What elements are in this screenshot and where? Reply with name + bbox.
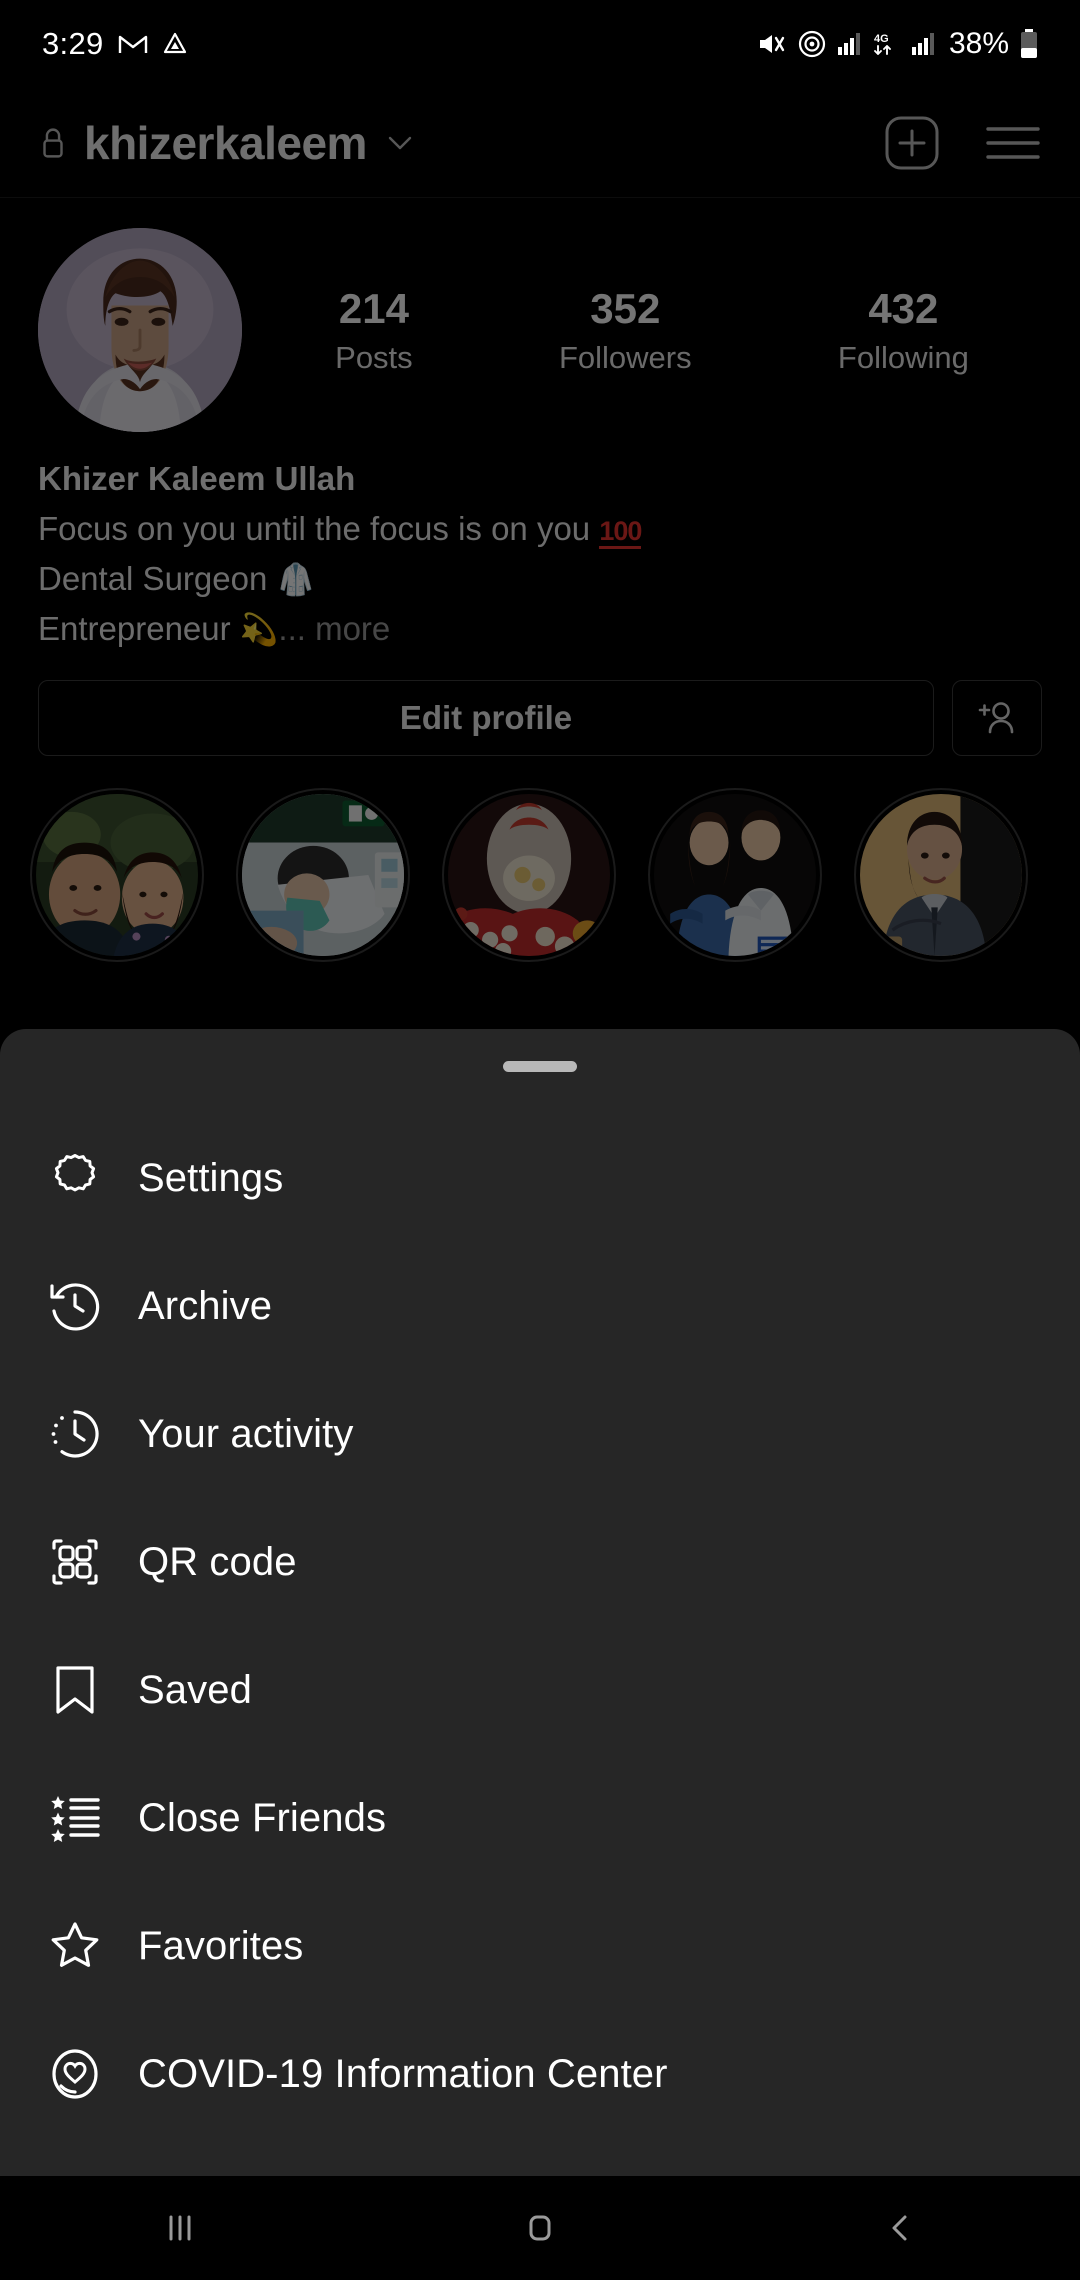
google-drive-icon: [162, 31, 188, 57]
back-icon: [878, 2206, 922, 2250]
menu-item-qr-code[interactable]: QR code: [0, 1498, 1080, 1626]
stat-posts[interactable]: 214 Posts: [335, 284, 413, 376]
stat-followers[interactable]: 352 Followers: [559, 284, 692, 376]
menu-item-archive-label: Archive: [138, 1283, 273, 1328]
bio-more-link[interactable]: ... more: [278, 610, 390, 647]
gmail-icon: [118, 32, 148, 56]
status-time: 3:29: [42, 26, 104, 61]
stats-group: 214 Posts 352 Followers 432 Following: [242, 284, 1042, 376]
avatar[interactable]: [38, 228, 242, 432]
stat-posts-label: Posts: [335, 339, 413, 375]
covid-heart-icon: [44, 2046, 106, 2102]
star-icon: [44, 1918, 106, 1974]
menu-item-saved[interactable]: Saved: [0, 1626, 1080, 1754]
signal-bars-icon: [837, 32, 861, 56]
profile-actions: Edit profile: [0, 654, 1080, 756]
menu-item-archive[interactable]: Archive: [0, 1242, 1080, 1370]
app-header: khizerkaleem: [0, 88, 1080, 198]
recents-icon: [158, 2206, 202, 2250]
highlight-thumbnail: [860, 793, 1022, 956]
highlight-item[interactable]: [648, 787, 822, 962]
menu-item-favorites[interactable]: Favorites: [0, 1882, 1080, 2010]
bio-line-1: Focus on you until the focus is on you 1…: [38, 504, 1042, 554]
back-button[interactable]: [840, 2176, 960, 2280]
highlight-thumbnail: [448, 793, 610, 956]
battery-icon: [1020, 29, 1038, 59]
bio-line-2: Dental Surgeon 🥼: [38, 554, 1042, 604]
menu-item-covid-info[interactable]: COVID-19 Information Center: [0, 2010, 1080, 2138]
home-button[interactable]: [480, 2176, 600, 2280]
header-actions: [884, 115, 1042, 171]
mute-icon: [757, 31, 787, 57]
status-bar-right: 4G 38%: [757, 27, 1038, 61]
stat-following-value: 432: [868, 285, 939, 333]
bookmark-icon: [44, 1662, 106, 1718]
qr-code-icon: [44, 1534, 106, 1590]
menu-item-close-friends[interactable]: Close Friends: [0, 1754, 1080, 1882]
phone-screen: 3:29 4G 38% khizerkaleem 214 Posts 352 F…: [0, 0, 1080, 2280]
stat-followers-value: 352: [590, 285, 661, 333]
activity-clock-icon: [44, 1406, 106, 1462]
bio-block: Khizer Kaleem Ullah Focus on you until t…: [0, 432, 1080, 654]
options-menu: Settings Archive Your activity QR code S…: [0, 1072, 1080, 2138]
highlight-item[interactable]: [854, 787, 1028, 962]
highlight-thumbnail: [654, 793, 816, 956]
options-bottom-sheet: Settings Archive Your activity QR code S…: [0, 1029, 1080, 2176]
stat-followers-label: Followers: [558, 339, 692, 375]
star-list-icon: [44, 1790, 106, 1846]
lab-coat-emoji: 🥼: [276, 561, 316, 597]
header-username: khizerkaleem: [84, 116, 367, 169]
username-dropdown[interactable]: khizerkaleem: [38, 116, 884, 170]
menu-item-favorites-label: Favorites: [138, 1923, 304, 1968]
edit-profile-button[interactable]: Edit profile: [38, 679, 934, 756]
home-icon: [518, 2206, 562, 2250]
add-person-button[interactable]: [952, 679, 1042, 756]
chevron-down-icon: [387, 134, 413, 152]
add-person-icon: [975, 696, 1019, 740]
recents-button[interactable]: [120, 2176, 240, 2280]
menu-item-close-friends-label: Close Friends: [138, 1795, 387, 1840]
bio-line-3: Entrepreneur 💫... more: [38, 604, 1042, 654]
stat-following-label: Following: [837, 339, 969, 375]
signal-bars-2-icon: [911, 32, 935, 56]
svg-text:4G: 4G: [874, 33, 889, 45]
highlight-thumbnail: [36, 793, 198, 956]
status-bar: 3:29 4G 38%: [0, 0, 1080, 88]
profile-summary: 214 Posts 352 Followers 432 Following: [0, 198, 1080, 432]
menu-item-your-activity[interactable]: Your activity: [0, 1370, 1080, 1498]
menu-item-covid-info-label: COVID-19 Information Center: [138, 2051, 668, 2096]
story-highlights: [0, 756, 1080, 962]
display-name: Khizer Kaleem Ullah: [38, 460, 356, 497]
add-post-icon[interactable]: [884, 115, 940, 171]
stat-following[interactable]: 432 Following: [838, 284, 969, 376]
drag-handle[interactable]: [503, 1061, 577, 1072]
menu-item-saved-label: Saved: [138, 1667, 252, 1712]
hotspot-icon: [798, 30, 826, 58]
stat-posts-value: 214: [338, 285, 409, 333]
lock-icon: [38, 126, 68, 160]
archive-clock-icon: [44, 1278, 106, 1334]
battery-percent: 38%: [948, 27, 1009, 60]
android-navigation-bar: [0, 2176, 1080, 2280]
menu-item-qr-code-label: QR code: [138, 1539, 297, 1584]
gear-icon: [44, 1150, 106, 1206]
bio-line-3-text: Entrepreneur: [38, 609, 240, 647]
bio-line-1-text: Focus on you until the focus is on you: [38, 509, 600, 547]
menu-item-settings[interactable]: Settings: [0, 1114, 1080, 1242]
menu-item-settings-label: Settings: [138, 1155, 284, 1200]
bio-line-2-text: Dental Surgeon: [38, 559, 277, 597]
highlight-item[interactable]: [30, 787, 204, 962]
status-bar-left: 3:29: [42, 26, 188, 62]
menu-item-your-activity-label: Your activity: [138, 1411, 354, 1456]
hamburger-menu-icon[interactable]: [984, 121, 1042, 165]
highlight-thumbnail: [242, 793, 404, 956]
highlight-item[interactable]: [236, 787, 410, 962]
mobile-data-icon: 4G: [872, 31, 900, 57]
hundred-points-emoji: 100: [599, 515, 642, 549]
dizzy-emoji: 💫: [239, 611, 279, 647]
highlight-item[interactable]: [442, 787, 616, 962]
